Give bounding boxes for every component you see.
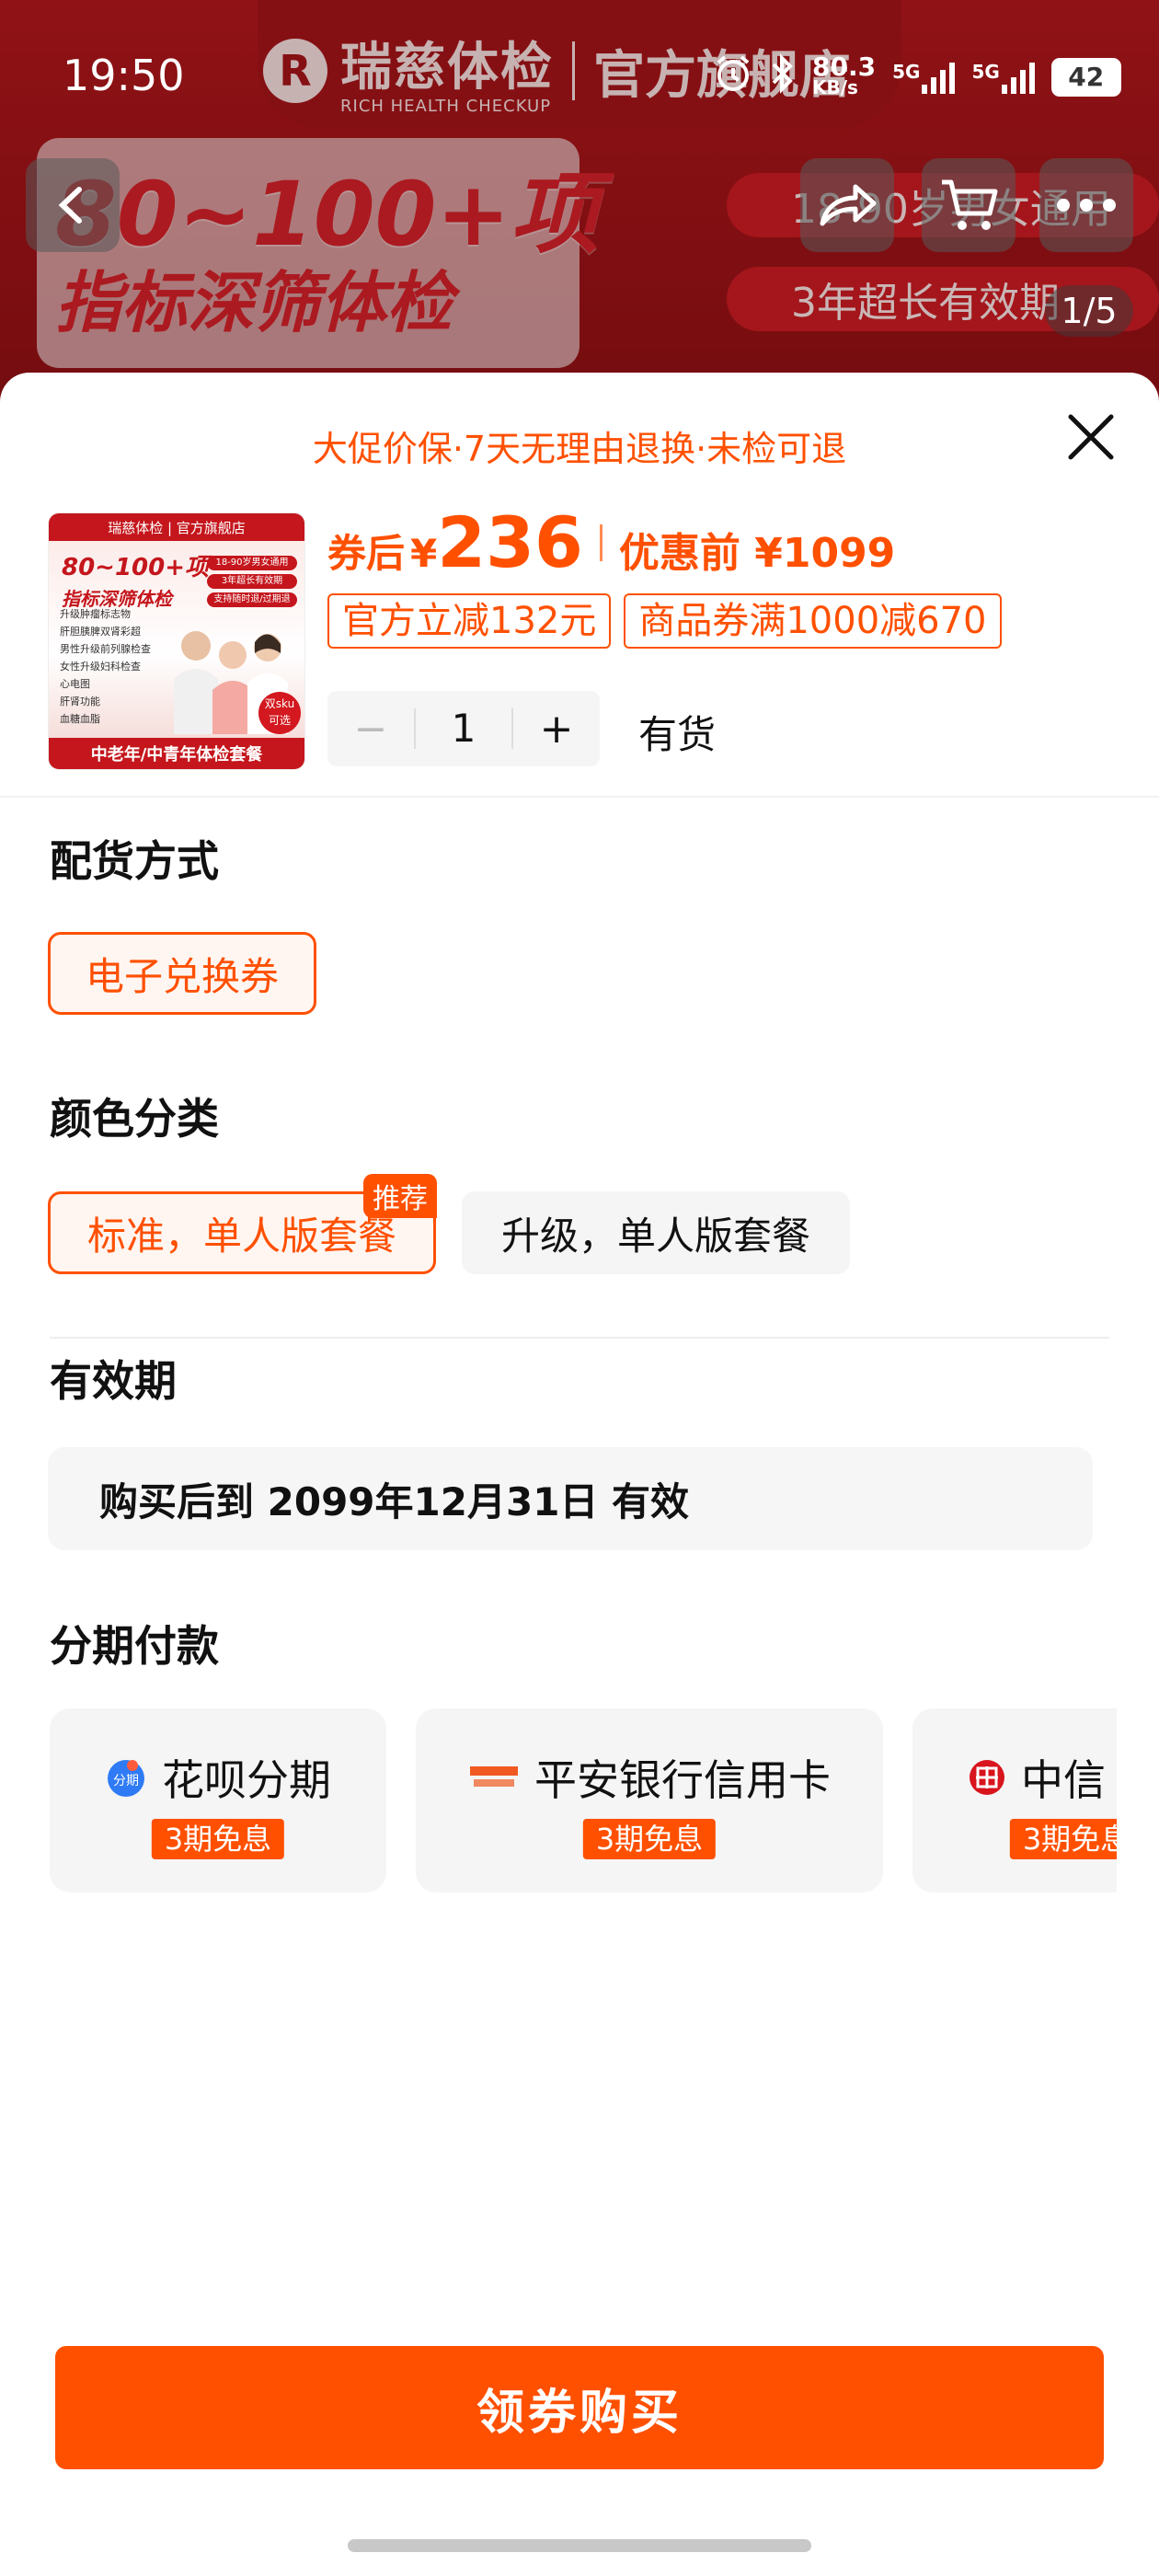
installment-name: 中信 xyxy=(1021,1755,1106,1805)
signal-2: 5G xyxy=(971,61,1035,94)
signal-icon xyxy=(922,61,956,94)
huabei-icon: 分期 xyxy=(108,1760,144,1797)
stock-status: 有货 xyxy=(638,712,717,757)
installment-option-huabei[interactable]: 分期 花呗分期 3期免息 xyxy=(50,1708,386,1892)
original-price: 优惠前 ¥1099 xyxy=(618,530,896,577)
product-thumbnail[interactable]: 瑞慈体检 | 官方旗舰店 80~100+项 指标深筛体检 18-90岁男女通用 … xyxy=(48,512,305,770)
close-icon xyxy=(1068,414,1114,460)
delivery-option-evoucher[interactable]: 电子兑换券 xyxy=(48,932,316,1015)
cart-button[interactable] xyxy=(922,158,1016,252)
sku-badge: 双sku 可选 xyxy=(258,692,301,734)
installment-name: 花呗分期 xyxy=(162,1755,331,1805)
color-option-standard[interactable]: 标准，单人版套餐 推荐 xyxy=(48,1174,437,1274)
close-button[interactable] xyxy=(1065,411,1117,463)
validity-box: 购买后到 2099年12月31日 有效 xyxy=(48,1447,1093,1550)
installment-clip: 中信 3期免息 xyxy=(912,1708,1117,1892)
thumb-badges: 18-90岁男女通用 3年超长有效期 支持随时退/过期退 xyxy=(207,556,297,611)
quantity-value[interactable]: 1 xyxy=(414,708,513,749)
discount-tags: 官方立减132元 商品券满1000减670 xyxy=(327,593,1002,649)
more-dots-icon xyxy=(1057,199,1116,212)
cart-icon xyxy=(942,179,998,230)
claim-coupon-buy-button[interactable]: 领券购买 xyxy=(55,2346,1104,2469)
pingan-icon xyxy=(470,1766,518,1787)
installment-name: 平安银行信用卡 xyxy=(534,1755,831,1805)
promo-banner: 大促价保·7天无理由退换·未检可退 xyxy=(312,429,847,469)
signal-1: 5G xyxy=(892,61,956,94)
coupon-tag: 商品券满1000减670 xyxy=(624,593,1002,649)
bluetooth-icon xyxy=(770,53,796,100)
chevron-left-icon xyxy=(58,187,82,224)
installment-title: 分期付款 xyxy=(50,1621,219,1671)
option-label: 标准，单人版套餐 xyxy=(86,1213,396,1259)
price-value: 236 xyxy=(437,501,583,583)
color-option-upgrade[interactable]: 升级，单人版套餐 xyxy=(462,1191,850,1274)
image-counter: 1/5 xyxy=(1045,285,1133,337)
installment-badge: 3期免息 xyxy=(151,1819,285,1859)
back-button[interactable] xyxy=(26,158,120,252)
quantity-stepper: − 1 + xyxy=(327,691,600,766)
installment-badge: 3期免息 xyxy=(582,1819,717,1859)
thumb-header: 瑞慈体检 | 官方旗舰店 xyxy=(49,513,304,541)
sku-selection-sheet: 大促价保·7天无理由退换·未检可退 瑞慈体检 | 官方旗舰店 80~100+项 … xyxy=(0,373,1159,2576)
price-label: 券后 xyxy=(327,531,406,576)
share-button[interactable] xyxy=(800,158,894,252)
thumb-feature-list: 升级肿瘤标志物 肝胆胰脾双肾彩超 男性升级前列腺检查 女性升级妇科检查 心电图 … xyxy=(60,608,151,725)
status-icons: 80.3 KB/s 5G 5G 42 xyxy=(713,53,1121,100)
signal-icon xyxy=(1001,61,1035,94)
share-icon xyxy=(820,184,877,226)
citic-icon xyxy=(970,1760,1004,1795)
validity-title: 有效期 xyxy=(50,1356,177,1406)
installment-option-pingan[interactable]: 平安银行信用卡 3期免息 xyxy=(416,1708,883,1892)
installment-option-citic[interactable]: 中信 3期免息 xyxy=(912,1708,1117,1892)
increase-button[interactable]: + xyxy=(513,706,600,753)
color-title: 颜色分类 xyxy=(50,1094,219,1144)
price-row: 券后 ¥ 236 优惠前 ¥1099 xyxy=(327,501,895,583)
battery-icon: 42 xyxy=(1050,57,1121,97)
thumb-footer: 中老年/中青年体检套餐 xyxy=(49,738,304,769)
more-button[interactable] xyxy=(1039,158,1133,252)
recommend-badge: 推荐 xyxy=(363,1174,437,1218)
home-indicator[interactable] xyxy=(348,2539,811,2552)
installment-badge: 3期免息 xyxy=(1009,1819,1117,1859)
decrease-button[interactable]: − xyxy=(327,706,414,753)
alarm-icon xyxy=(713,53,753,100)
discount-tag: 官方立减132元 xyxy=(327,593,612,649)
net-speed: 80.3 KB/s xyxy=(812,51,877,98)
svg-text:分期: 分期 xyxy=(113,1774,139,1788)
delivery-title: 配货方式 xyxy=(50,836,219,886)
currency-symbol: ¥ xyxy=(410,531,438,576)
status-time: 19:50 xyxy=(63,51,185,100)
